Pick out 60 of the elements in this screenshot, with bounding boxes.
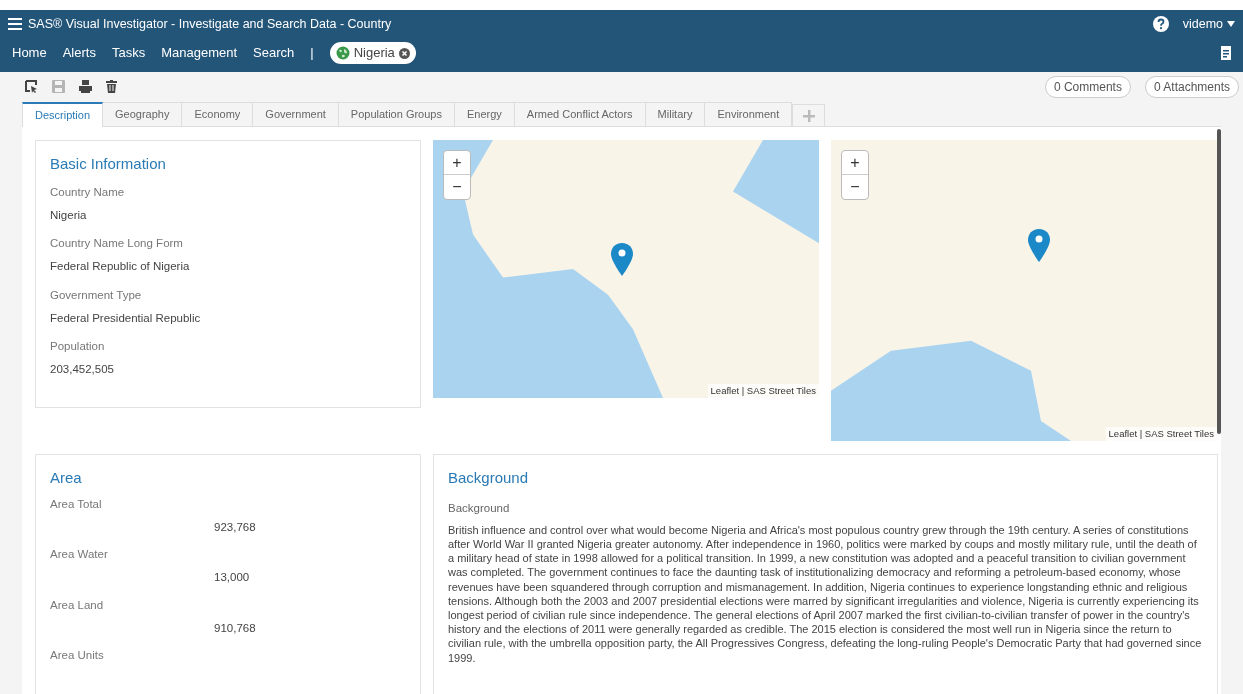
tab[interactable]: Armed Conflict Actors <box>514 102 646 126</box>
field-label: Area Units <box>50 648 105 663</box>
zoom-out-button[interactable]: − <box>444 175 470 199</box>
card-title: Basic Information <box>50 154 167 174</box>
tab[interactable]: Environment <box>705 102 793 126</box>
zoom-in-button[interactable]: + <box>444 151 470 175</box>
nav-link[interactable]: Search <box>253 43 295 63</box>
plus-icon <box>802 109 815 122</box>
trash-icon[interactable] <box>106 80 117 93</box>
tab[interactable]: Description <box>22 102 104 127</box>
tab[interactable]: Military <box>645 102 706 126</box>
field-label: Population <box>50 339 106 354</box>
menu-icon[interactable] <box>8 18 22 30</box>
field-value: Federal Republic of Nigeria <box>50 259 191 275</box>
tab[interactable]: Government <box>253 102 339 126</box>
nav-link[interactable]: Home <box>12 43 47 63</box>
field-value: 910,768 <box>213 620 257 636</box>
field-label: Area Total <box>50 496 103 512</box>
select-icon[interactable] <box>25 80 38 93</box>
field-value: 203,452,505 <box>50 362 115 378</box>
nav-link[interactable]: Tasks <box>111 43 146 63</box>
background-text: British influence and control over what would become Nigeria and Africa's most populous country grew through the 19th century. A series of constitutions after World War II granted Nigeria greater autonomy. After independence in 1960, politics were marked by coups and mostly military rule, until the death of a military head of state in 1998 allowed for a political transition. In 1999, a new constitution was adopted and a peaceful transition to civilian government was completed. The government continues to face the daunting task of institutionalizing democracy and reforming a petroleum-based economy, whose revenues have been squandered through corruption and mismanagement. In addition, Nigeria continues to experience longstanding ethnic and religious tensions. Although both the 2003 and 2007 presidential elections were marred by significant irregularities and violence, Nigeria is currently experiencing its longest period of civilian rule since independence. The general elections of April 2007 marked the first civilian-to-civilian transfer of power in the country's history and the elections of 2011 were generally regarded as credible. The 2015 election is considered the most well run in Nigeria since the return to civilian rule, with the umbrella opposition party, the All Progressives Congress, defeating the long-ruling People's Democratic Party that had governed since 1999. <box>448 522 1203 665</box>
close-icon[interactable] <box>398 47 410 59</box>
comments-button[interactable]: 0 Comments <box>1044 75 1131 98</box>
field-value: 13,000 <box>213 570 251 586</box>
map-pin-icon[interactable] <box>611 243 633 276</box>
field-value: 923,768 <box>213 519 257 535</box>
field-label: Area Land <box>50 597 105 613</box>
scrollbar[interactable] <box>1217 129 1221 434</box>
field-label: Government Type <box>50 287 143 303</box>
document-icon[interactable] <box>1221 46 1231 60</box>
map[interactable]: + − Leaflet | SAS Street Tiles <box>433 140 819 398</box>
separator: | <box>310 44 314 63</box>
tab[interactable]: Geography <box>103 102 183 126</box>
map-pin-icon[interactable] <box>1028 229 1050 262</box>
zoom-in-button[interactable]: + <box>842 151 868 175</box>
user-menu[interactable]: videmo <box>1182 14 1235 34</box>
field-label: Area Water <box>50 547 109 562</box>
tab[interactable]: Economy <box>182 102 254 126</box>
field-label: Country Name <box>50 184 126 200</box>
field-label: Country Name Long Form <box>50 236 184 251</box>
object-tab-label: Nigeria <box>353 44 395 63</box>
field-label: Background <box>448 500 511 516</box>
globe-icon <box>335 46 350 60</box>
caret-icon <box>1227 21 1235 27</box>
attachments-button[interactable]: 0 Attachments <box>1144 75 1239 98</box>
nav-link[interactable]: Alerts <box>62 43 96 63</box>
window-title: SAS® Visual Investigator - Investigate and Search Data - Country <box>28 15 392 33</box>
nav-link[interactable]: Management <box>161 43 238 63</box>
help-icon[interactable] <box>1152 16 1169 32</box>
tab[interactable]: Population Groups <box>338 102 455 126</box>
card-title: Background <box>448 468 530 488</box>
card-title: Area <box>50 468 83 488</box>
field-value: Federal Presidential Republic <box>50 310 202 326</box>
object-tab[interactable]: Nigeria <box>329 42 416 64</box>
field-value: Nigeria <box>50 207 88 223</box>
map[interactable]: + − Leaflet | SAS Street Tiles <box>831 140 1217 441</box>
tab[interactable]: Energy <box>455 102 515 126</box>
print-icon[interactable] <box>79 80 92 93</box>
zoom-out-button[interactable]: − <box>842 175 868 199</box>
